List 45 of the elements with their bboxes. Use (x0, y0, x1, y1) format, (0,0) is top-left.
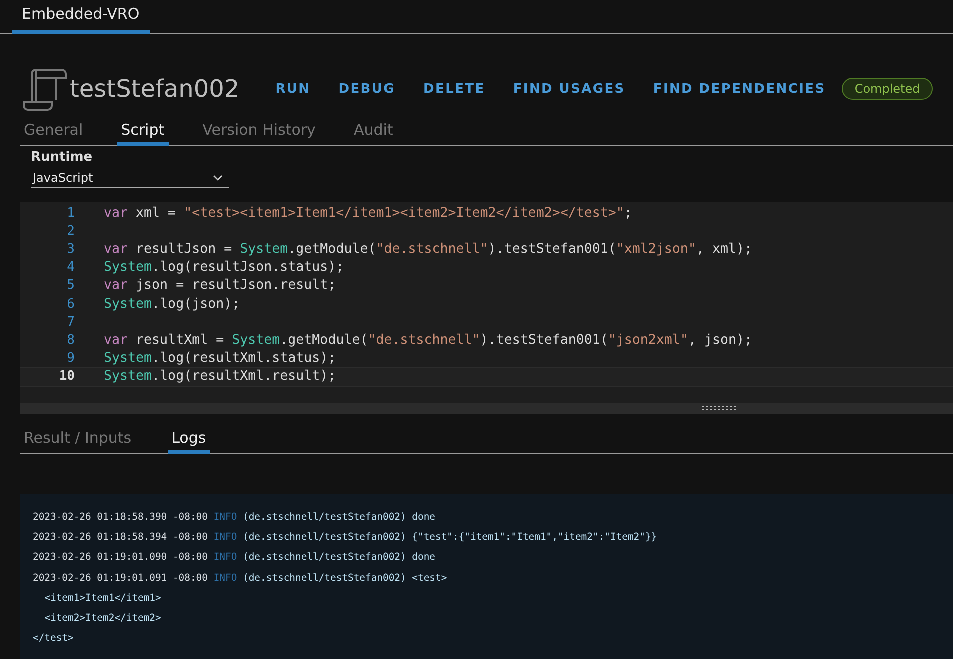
code-line: System.log(resultXml.status); (104, 351, 336, 366)
line-number: 2 (66, 224, 75, 239)
workflow-title: testStefan002 (70, 75, 240, 103)
code-line: var resultXml = System.getModule("de.stschnell").testStefan001("json2xml", json); (104, 332, 752, 348)
tab[interactable]: Version History (198, 121, 320, 146)
log-line: <item1>Item1</item1> (44, 592, 162, 606)
tab[interactable]: Script (117, 121, 169, 146)
line-number: 5 (66, 278, 75, 294)
line-number: 1 (66, 206, 75, 221)
chevron-icon (213, 175, 223, 181)
log-line: </test> (33, 632, 75, 646)
log-line: 2023-02-26 01:18:58.394 -08:00 INFO (de.stschnell/testStefan002) {"test":{"item1":"Item1","item2":"Item2"}} (33, 531, 658, 546)
script-icon (22, 66, 68, 112)
action-link[interactable]: FIND DEPENDENCIES (639, 82, 840, 96)
tab[interactable]: Audit (350, 121, 398, 146)
code-line: System.log(json); (104, 296, 240, 312)
log-line: 2023-02-26 01:19:01.090 -08:00 INFO (de.stschnell/testStefan002) done (33, 551, 436, 566)
log-line: <item2>Item2</item2> (44, 612, 162, 626)
line-number: 10 (58, 369, 75, 384)
action-link[interactable]: DEBUG (324, 82, 410, 96)
action-link[interactable]: DELETE (410, 82, 500, 96)
line-number: 4 (66, 260, 75, 276)
line-number: 8 (66, 332, 75, 348)
status-badge: Completed (842, 78, 934, 100)
log-line: 2023-02-26 01:18:58.390 -08:00 INFO (de.stschnell/testStefan002) done (33, 511, 436, 525)
tab[interactable]: Result / Inputs (20, 429, 136, 454)
tab[interactable]: Logs (168, 429, 210, 454)
code-line: var xml = "<test><item1>Item1</item1><item2>Item2</item2></test>"; (104, 206, 632, 221)
line-number: 7 (66, 314, 75, 330)
tab[interactable]: General (20, 121, 88, 146)
resize-handle-icon[interactable] (702, 406, 738, 411)
runtime-label: Runtime (31, 150, 94, 165)
code-line: var json = resultJson.result; (104, 278, 336, 294)
code-line: var resultJson = System.getModule("de.stschnell").testStefan001("xml2json", xml); (104, 242, 752, 257)
code-editor[interactable] (20, 202, 953, 414)
line-number: 3 (66, 242, 75, 257)
line-number: 9 (66, 351, 75, 366)
log-line: 2023-02-26 01:19:01.091 -08:00 INFO (de.stschnell/testStefan002) <test> (33, 572, 448, 586)
app-tab[interactable]: Embedded-VRO (12, 0, 150, 34)
action-link[interactable]: RUN (262, 82, 325, 96)
line-number: 6 (66, 296, 75, 312)
runtime-select[interactable]: JavaScript (31, 169, 229, 188)
code-line: System.log(resultJson.status); (104, 260, 344, 276)
action-link[interactable]: FIND USAGES (499, 82, 640, 96)
code-line: System.log(resultXml.result); (104, 369, 336, 384)
